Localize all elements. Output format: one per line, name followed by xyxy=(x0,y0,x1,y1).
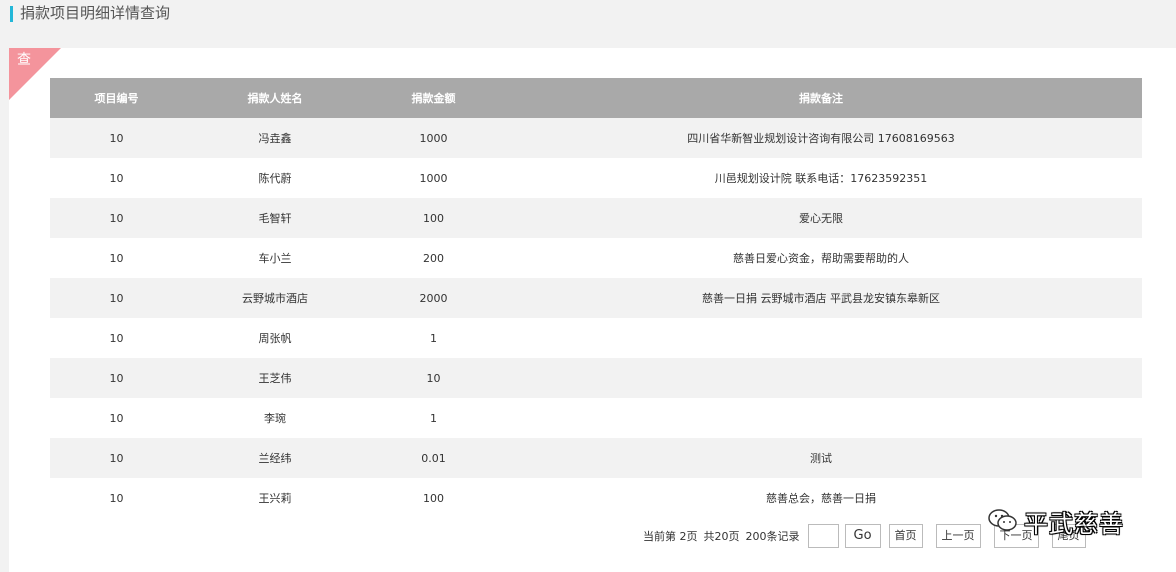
cell-project-id: 10 xyxy=(50,398,183,438)
table-row: 10 云野城市酒店 2000 慈善一日捐 云野城市酒店 平武县龙安镇东皋新区 xyxy=(50,278,1142,318)
cell-remark: 爱心无限 xyxy=(500,198,1142,238)
prev-page-button[interactable]: 上一页 xyxy=(935,524,981,548)
cell-amount: 1000 xyxy=(367,158,500,198)
page-title: 捐款项目明细详情查询 xyxy=(20,4,171,22)
header-donor-name: 捐款人姓名 xyxy=(183,78,367,118)
cell-amount: 1 xyxy=(367,318,500,358)
go-button[interactable]: Go xyxy=(844,524,881,548)
cell-project-id: 10 xyxy=(50,438,183,478)
corner-label: 查 xyxy=(17,52,31,68)
cell-remark xyxy=(500,358,1142,398)
cell-remark: 测试 xyxy=(500,438,1142,478)
cell-project-id: 10 xyxy=(50,478,183,518)
cell-donor-name: 周张帆 xyxy=(183,318,367,358)
cell-amount: 1 xyxy=(367,398,500,438)
cell-donor-name: 陈代蔚 xyxy=(183,158,367,198)
cell-project-id: 10 xyxy=(50,238,183,278)
total-pages-text: 共20页 xyxy=(703,530,740,543)
cell-donor-name: 兰经纬 xyxy=(183,438,367,478)
cell-donor-name: 王芝伟 xyxy=(183,358,367,398)
cell-remark xyxy=(500,318,1142,358)
cell-amount: 200 xyxy=(367,238,500,278)
donation-table: 项目编号 捐款人姓名 捐款金额 捐款备注 10 冯垚鑫 1000 四川省华新智业… xyxy=(50,78,1142,518)
table-row: 10 车小兰 200 慈善日爱心资金，帮助需要帮助的人 xyxy=(50,238,1142,278)
table-row: 10 周张帆 1 xyxy=(50,318,1142,358)
wechat-icon xyxy=(988,509,1017,531)
table-header-row: 项目编号 捐款人姓名 捐款金额 捐款备注 xyxy=(50,78,1142,118)
cell-remark: 四川省华新智业规划设计咨询有限公司 17608169563 xyxy=(500,118,1142,158)
cell-project-id: 10 xyxy=(50,358,183,398)
table-row: 10 冯垚鑫 1000 四川省华新智业规划设计咨询有限公司 1760816956… xyxy=(50,118,1142,158)
table-row: 10 李琬 1 xyxy=(50,398,1142,438)
cell-project-id: 10 xyxy=(50,118,183,158)
page-number-input[interactable] xyxy=(807,524,839,548)
content-panel: 查 项目编号 捐款人姓名 捐款金额 捐款备注 10 冯垚鑫 1000 四川省华新… xyxy=(9,48,1176,572)
cell-amount: 2000 xyxy=(367,278,500,318)
title-bar: 捐款项目明细详情查询 xyxy=(0,0,1176,30)
watermark-text: 平武慈善 xyxy=(1024,509,1124,538)
cell-project-id: 10 xyxy=(50,158,183,198)
cell-donor-name: 车小兰 xyxy=(183,238,367,278)
current-page-text: 当前第 2页 xyxy=(643,530,698,543)
header-project-id: 项目编号 xyxy=(50,78,183,118)
header-remark: 捐款备注 xyxy=(500,78,1142,118)
cell-amount: 10 xyxy=(367,358,500,398)
first-page-button[interactable]: 首页 xyxy=(888,524,923,548)
cell-donor-name: 云野城市酒店 xyxy=(183,278,367,318)
table-row: 10 王兴莉 100 慈善总会，慈善一日捐 xyxy=(50,478,1142,518)
cell-remark: 慈善日爱心资金，帮助需要帮助的人 xyxy=(500,238,1142,278)
cell-remark: 慈善一日捐 云野城市酒店 平武县龙安镇东皋新区 xyxy=(500,278,1142,318)
cell-project-id: 10 xyxy=(50,318,183,358)
cell-donor-name: 毛智轩 xyxy=(183,198,367,238)
header-amount: 捐款金额 xyxy=(367,78,500,118)
cell-amount: 1000 xyxy=(367,118,500,158)
title-accent-bar xyxy=(10,6,13,22)
cell-project-id: 10 xyxy=(50,198,183,238)
cell-amount: 100 xyxy=(367,198,500,238)
cell-donor-name: 王兴莉 xyxy=(183,478,367,518)
cell-amount: 100 xyxy=(367,478,500,518)
cell-amount: 0.01 xyxy=(367,438,500,478)
total-records-text: 200条记录 xyxy=(745,530,800,543)
cell-remark xyxy=(500,398,1142,438)
cell-remark: 川邑规划设计院 联系电话：17623592351 xyxy=(500,158,1142,198)
cell-project-id: 10 xyxy=(50,278,183,318)
table-row: 10 王芝伟 10 xyxy=(50,358,1142,398)
cell-donor-name: 冯垚鑫 xyxy=(183,118,367,158)
cell-donor-name: 李琬 xyxy=(183,398,367,438)
table-row: 10 陈代蔚 1000 川邑规划设计院 联系电话：17623592351 xyxy=(50,158,1142,198)
table-row: 10 兰经纬 0.01 测试 xyxy=(50,438,1142,478)
watermark: 平武慈善 xyxy=(988,506,1124,538)
table-row: 10 毛智轩 100 爱心无限 xyxy=(50,198,1142,238)
